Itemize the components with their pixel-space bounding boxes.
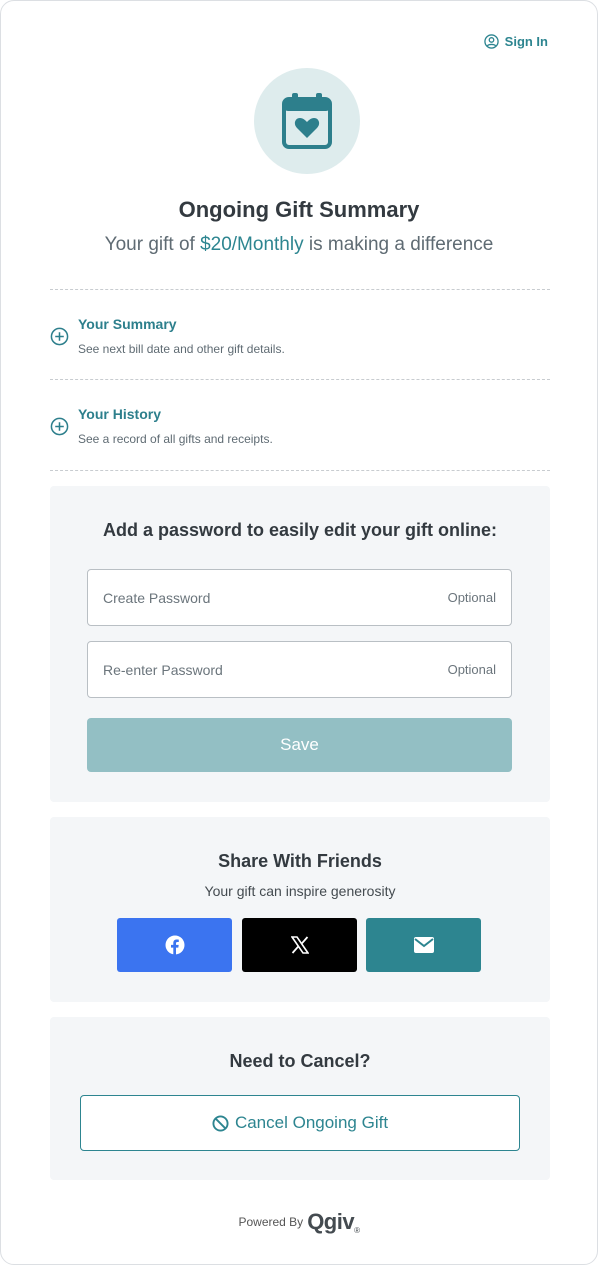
optional-label: Optional [447, 662, 496, 677]
subtitle-suffix: is making a difference [303, 234, 494, 255]
share-email-button[interactable] [366, 918, 481, 972]
powered-by-label: Powered By [238, 1215, 304, 1229]
share-panel-title: Share With Friends [218, 851, 382, 871]
share-subtitle: Your gift can inspire generosity [204, 883, 396, 899]
accordion-title: Your Summary [78, 316, 177, 332]
ban-icon [212, 1114, 229, 1132]
create-password-field: Optional [87, 569, 512, 626]
reenter-password-field: Optional [87, 641, 512, 698]
cancel-panel-title: Need to Cancel? [229, 1051, 371, 1071]
divider [50, 470, 550, 471]
cancel-ongoing-gift-button[interactable]: Cancel Ongoing Gift [80, 1095, 520, 1151]
sign-in-link[interactable]: Sign In [483, 34, 548, 49]
user-circle-icon [483, 34, 499, 49]
share-panel: Share With Friends Your gift can inspire… [50, 817, 550, 1002]
reenter-password-input[interactable] [103, 642, 423, 697]
x-icon [290, 936, 309, 954]
gift-subtitle: Your gift of $20/Monthly is making a dif… [1, 234, 597, 256]
accordion-your-history[interactable]: Your History See a record of all gifts a… [50, 380, 550, 470]
calendar-heart-badge [254, 68, 360, 174]
registered-mark: ® [354, 1226, 360, 1235]
accordion-title: Your History [78, 406, 161, 422]
page-title: Ongoing Gift Summary [178, 197, 420, 222]
qgiv-logo[interactable]: Qgiv® [307, 1209, 360, 1235]
accordion-description: See next bill date and other gift detail… [78, 342, 285, 356]
subtitle-prefix: Your gift of [104, 234, 201, 255]
share-facebook-button[interactable] [117, 918, 232, 972]
password-panel: Add a password to easily edit your gift … [50, 486, 550, 802]
cancel-panel: Need to Cancel? Cancel Ongoing Gift [50, 1017, 550, 1180]
cancel-button-label: Cancel Ongoing Gift [234, 1113, 389, 1132]
envelope-icon [413, 937, 434, 953]
plus-circle-icon[interactable] [50, 327, 69, 346]
gift-summary-card: Sign In Ongoing Gift Summary Your gift o… [0, 0, 598, 1265]
share-x-button[interactable] [242, 918, 357, 972]
optional-label: Optional [447, 590, 496, 605]
facebook-icon [165, 935, 184, 955]
accordion-description: See a record of all gifts and receipts. [78, 432, 273, 446]
accordion-your-summary[interactable]: Your Summary See next bill date and othe… [50, 290, 550, 380]
sign-in-label: Sign In [504, 34, 548, 49]
save-button[interactable]: Save [87, 718, 512, 772]
create-password-input[interactable] [103, 570, 423, 625]
password-panel-title: Add a password to easily edit your gift … [102, 520, 498, 540]
calendar-heart-icon [282, 93, 332, 149]
plus-circle-icon[interactable] [50, 417, 69, 436]
gift-amount: $20/Monthly [200, 234, 304, 255]
qgiv-logo-text: Qgiv [307, 1209, 355, 1234]
powered-by-footer: Powered By Qgiv® [1, 1209, 597, 1235]
